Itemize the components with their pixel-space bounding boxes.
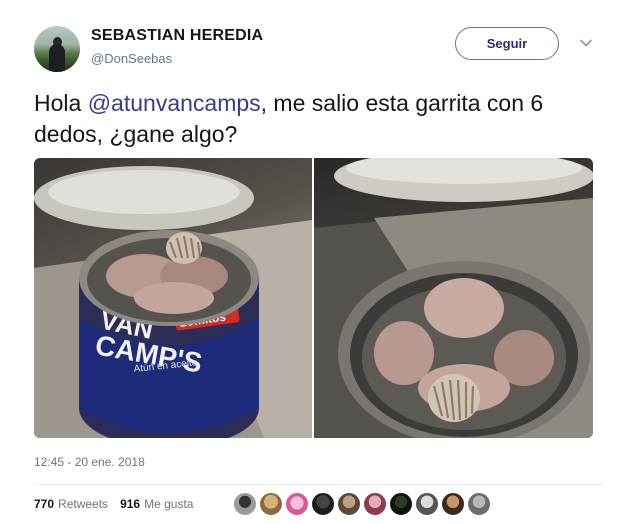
tweet-text: Hola @atunvancamps, me salio esta garrit…	[34, 88, 594, 150]
liker-avatar[interactable]	[441, 492, 465, 516]
likers-avatars	[233, 492, 493, 516]
photo-tuna-can-open-top[interactable]	[314, 158, 593, 438]
avatar[interactable]	[34, 26, 80, 72]
liker-avatar[interactable]	[363, 492, 387, 516]
retweets-label[interactable]: Retweets	[58, 497, 108, 511]
likes-label[interactable]: Me gusta	[144, 497, 193, 511]
follow-button[interactable]: Seguir	[455, 27, 559, 60]
user-handle[interactable]: @DonSeebas	[91, 51, 172, 66]
divider-top	[34, 484, 604, 485]
chevron-down-icon[interactable]	[579, 36, 593, 50]
retweets-count[interactable]: 770	[34, 497, 54, 511]
tweet-media: VAN CAMP'S Lomitos Atún en aceite	[34, 158, 593, 438]
likes-count[interactable]: 916	[120, 497, 140, 511]
liker-avatar[interactable]	[259, 492, 283, 516]
tweet-header: SEBASTIAN HEREDIA @DonSeebas Seguir	[34, 24, 604, 72]
tweet-timestamp[interactable]: 12:45 - 20 ene. 2018	[34, 455, 145, 469]
liker-avatar[interactable]	[415, 492, 439, 516]
liker-avatar[interactable]	[285, 492, 309, 516]
display-name[interactable]: SEBASTIAN HEREDIA	[91, 27, 263, 45]
tweet-stats: 770 Retweets 916 Me gusta	[34, 497, 193, 511]
mention-link[interactable]: @atunvancamps	[88, 90, 261, 116]
photo-left-illustration: VAN CAMP'S Lomitos Atún en aceite	[34, 166, 312, 438]
photo-tuna-can-label[interactable]: VAN CAMP'S Lomitos Atún en aceite	[34, 158, 312, 438]
photo-right-illustration	[314, 158, 593, 438]
liker-avatar[interactable]	[311, 492, 335, 516]
tweet-text-intro: Hola	[34, 90, 88, 116]
avatar-figure-body	[49, 44, 65, 72]
liker-avatar[interactable]	[389, 492, 413, 516]
liker-avatar[interactable]	[337, 492, 361, 516]
liker-avatar[interactable]	[233, 492, 257, 516]
liker-avatar[interactable]	[467, 492, 491, 516]
